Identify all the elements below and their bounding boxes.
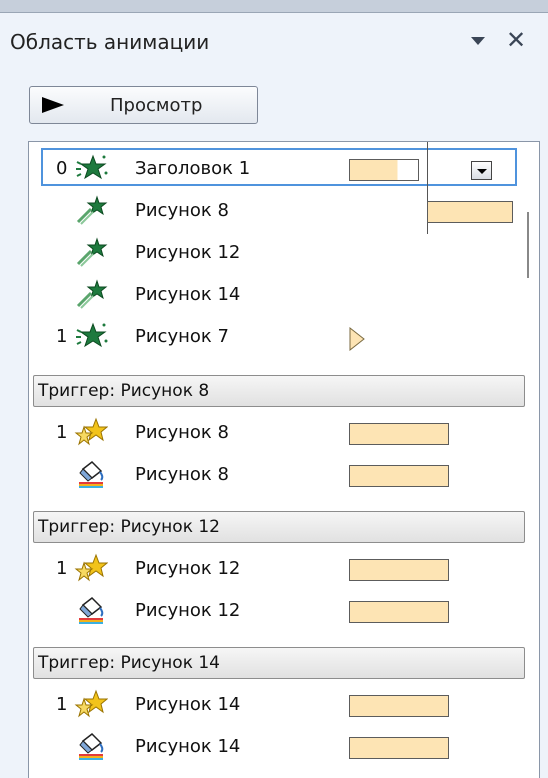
selection-highlight — [41, 148, 517, 186]
timing-bar[interactable] — [349, 559, 449, 581]
timing-bar[interactable] — [349, 465, 449, 487]
animation-number: 1 — [56, 694, 68, 715]
play-marker-icon[interactable] — [349, 327, 365, 351]
animation-label: Рисунок 8 — [135, 200, 229, 221]
timing-bar[interactable] — [349, 601, 449, 623]
list-item[interactable]: Рисунок 12 — [29, 590, 539, 632]
animation-label: Рисунок 14 — [135, 694, 241, 715]
green-entrance-star-icon — [74, 321, 108, 351]
chevron-down-icon — [477, 169, 487, 174]
list-item[interactable]: Рисунок 14 — [29, 274, 539, 316]
list-item[interactable]: 1 Рисунок 8 — [29, 412, 539, 454]
animation-label: Рисунок 14 — [135, 284, 241, 305]
play-button[interactable]: Просмотр — [29, 86, 258, 124]
close-icon[interactable]: ✕ — [506, 26, 526, 54]
trigger-header[interactable]: Триггер: Рисунок 8 — [33, 375, 525, 407]
animation-label: Рисунок 12 — [135, 558, 241, 579]
list-item[interactable]: Рисунок 8 — [29, 454, 539, 496]
timing-bar[interactable] — [349, 423, 449, 445]
trigger-header[interactable]: Триггер: Рисунок 14 — [33, 647, 525, 679]
list-item[interactable]: 1 Рисунок 7 — [29, 316, 539, 358]
animation-label: Рисунок 7 — [135, 326, 229, 347]
yellow-emphasis-star-icon — [74, 553, 108, 583]
play-button-label: Просмотр — [110, 95, 203, 116]
list-item[interactable]: Рисунок 12 — [29, 232, 539, 274]
paint-bucket-icon — [74, 459, 108, 489]
green-motion-star-icon — [74, 237, 108, 267]
list-item[interactable]: Рисунок 8 — [29, 190, 539, 232]
yellow-emphasis-star-icon — [74, 689, 108, 719]
animation-list[interactable]: 0 Заголовок 1 Рисунок 8 Рисунок 12 Рисун… — [28, 141, 540, 778]
timing-bar[interactable] — [349, 737, 449, 759]
chevron-down-icon[interactable] — [470, 33, 486, 49]
pane-top-border — [0, 0, 548, 13]
timing-bar[interactable] — [349, 695, 449, 717]
animation-number: 1 — [56, 326, 68, 347]
yellow-emphasis-star-icon — [74, 417, 108, 447]
timing-bar[interactable] — [427, 201, 513, 223]
animation-label: Рисунок 8 — [135, 422, 229, 443]
list-item[interactable]: 1 Рисунок 12 — [29, 548, 539, 590]
scrollbar[interactable] — [527, 212, 529, 278]
paint-bucket-icon — [74, 731, 108, 761]
animation-number: 1 — [56, 558, 68, 579]
animation-label: Рисунок 12 — [135, 242, 241, 263]
paint-bucket-icon — [74, 595, 108, 625]
pane-title: Область анимации — [10, 30, 210, 54]
item-dropdown-button[interactable] — [471, 161, 492, 180]
play-icon — [42, 97, 64, 113]
list-item[interactable]: Рисунок 14 — [29, 726, 539, 768]
list-item[interactable]: 1 Рисунок 14 — [29, 684, 539, 726]
animation-label: Рисунок 12 — [135, 600, 241, 621]
animation-label: Рисунок 14 — [135, 736, 241, 757]
green-motion-star-icon — [74, 279, 108, 309]
green-motion-star-icon — [74, 195, 108, 225]
animation-label: Рисунок 8 — [135, 464, 229, 485]
trigger-header[interactable]: Триггер: Рисунок 12 — [33, 511, 525, 543]
animation-number: 1 — [56, 422, 68, 443]
